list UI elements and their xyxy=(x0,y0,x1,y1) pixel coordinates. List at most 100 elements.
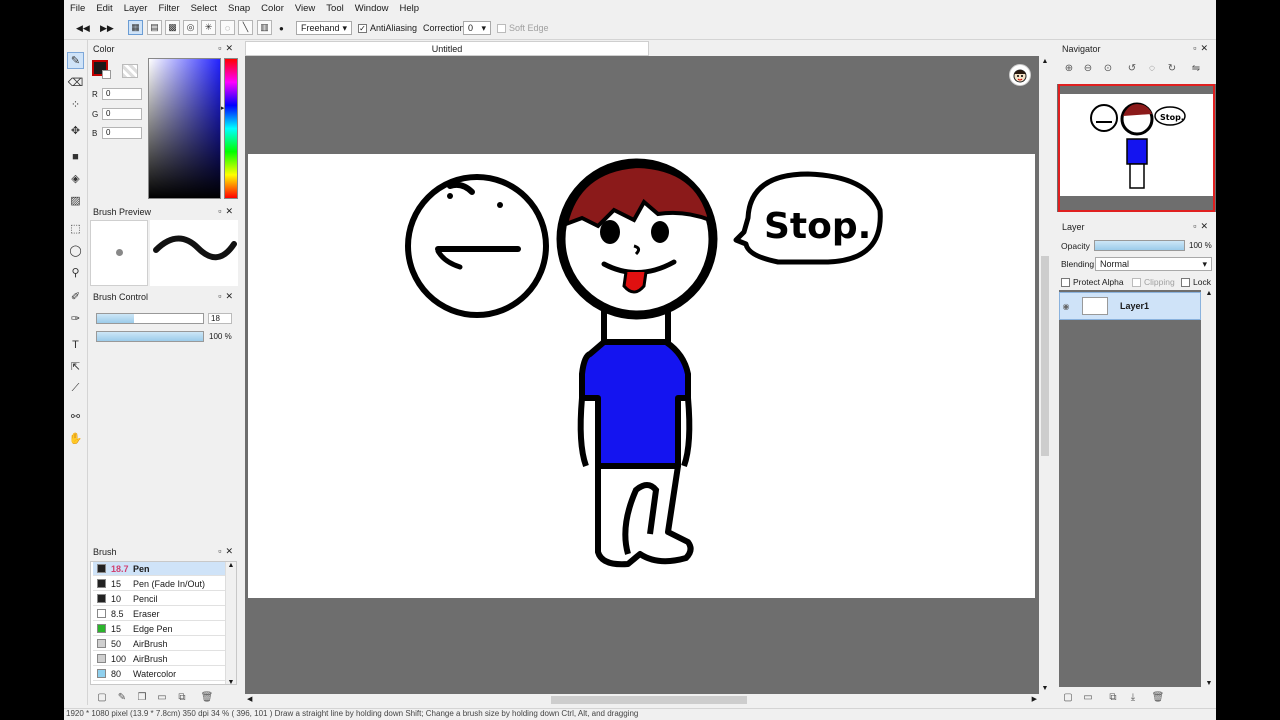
next-arrow-icon[interactable]: ▶▶ xyxy=(100,20,114,36)
menu-view[interactable]: View xyxy=(295,3,315,14)
zoom-fit-icon[interactable]: ⊙ xyxy=(1102,62,1114,74)
layer-list-scrollbar[interactable]: ▲ ▼ xyxy=(1203,290,1215,687)
clipping-checkbox[interactable] xyxy=(1132,277,1141,287)
scroll-up-icon[interactable]: ▲ xyxy=(1203,290,1215,297)
snap-radial-icon[interactable]: ✳ xyxy=(201,20,216,35)
brush-item[interactable]: 15 Edge Pen xyxy=(93,622,227,636)
copy-layer-icon[interactable]: ⧉ xyxy=(1107,691,1119,703)
duplicate-brush-icon[interactable]: ❐ xyxy=(136,691,148,703)
new-layer-icon[interactable]: ▢ xyxy=(1062,691,1074,703)
divide-tool-icon[interactable]: ⟋ xyxy=(67,380,84,397)
brush-opacity-slider[interactable] xyxy=(96,331,204,342)
panel-buttons[interactable]: ▫✕ xyxy=(1193,221,1212,232)
canvas-area[interactable]: Stop. xyxy=(245,56,1039,694)
layer-opacity-slider[interactable] xyxy=(1094,240,1185,251)
bucket-tool-icon[interactable]: ◈ xyxy=(67,170,84,187)
scroll-right-icon[interactable]: ▶ xyxy=(1032,695,1037,703)
brush-item[interactable]: 15 Pen (Fade In/Out) xyxy=(93,577,227,591)
blending-select[interactable]: Normal ▾ xyxy=(1095,257,1212,271)
protect-alpha-checkbox[interactable] xyxy=(1061,277,1070,287)
snap-concentric-icon[interactable]: ◎ xyxy=(183,20,198,35)
eye-icon[interactable]: ◉ xyxy=(1060,302,1072,311)
rotate-left-icon[interactable]: ↺ xyxy=(1126,62,1138,74)
pen-tool-icon[interactable]: ✎ xyxy=(67,52,84,69)
gradient-tool-icon[interactable]: ▨ xyxy=(67,192,84,209)
menu-edit[interactable]: Edit xyxy=(96,3,112,14)
menu-filter[interactable]: Filter xyxy=(158,3,179,14)
flip-horizontal-icon[interactable]: ⇋ xyxy=(1190,62,1202,74)
brush-item[interactable]: 8.5 Eraser xyxy=(93,607,227,621)
brush-item[interactable]: 18.7 Pen xyxy=(93,562,227,576)
hue-slider[interactable] xyxy=(224,58,238,199)
menu-color[interactable]: Color xyxy=(261,3,284,14)
delete-layer-icon[interactable]: 🗑 xyxy=(1152,691,1165,703)
menu-tool[interactable]: Tool xyxy=(326,3,343,14)
panel-buttons[interactable]: ▫✕ xyxy=(218,291,237,302)
drawing-canvas[interactable]: Stop. xyxy=(248,154,1035,598)
brush-item[interactable]: 80 Watercolor xyxy=(93,667,227,681)
scroll-down-icon[interactable]: ▼ xyxy=(1039,685,1051,692)
transparent-color-swatch[interactable] xyxy=(122,64,138,78)
navigator-preview[interactable]: Stop. xyxy=(1057,84,1216,212)
prev-arrow-icon[interactable]: ◀◀ xyxy=(76,20,90,36)
horizontal-scroll-thumb[interactable] xyxy=(551,696,747,704)
menu-layer[interactable]: Layer xyxy=(124,3,148,14)
antialiasing-toggle[interactable]: ✓ AntiAliasing xyxy=(358,20,417,36)
scroll-down-icon[interactable]: ▼ xyxy=(1203,680,1215,687)
soft-edge-toggle[interactable]: Soft Edge xyxy=(497,20,549,36)
snap-curve-icon[interactable]: ◌ xyxy=(220,20,235,35)
lock-toggle[interactable]: Lock xyxy=(1181,277,1211,287)
menu-window[interactable]: Window xyxy=(355,3,389,14)
zoom-in-icon[interactable]: ⊕ xyxy=(1063,62,1075,74)
vertical-scroll-thumb[interactable] xyxy=(1041,256,1049,456)
background-color-swatch[interactable] xyxy=(102,70,111,79)
brush-list-scrollbar[interactable]: ▲ ▼ xyxy=(225,562,236,684)
g-field[interactable]: 0 xyxy=(102,108,142,120)
copy-brush-icon[interactable]: ⧉ xyxy=(176,691,188,703)
menu-help[interactable]: Help xyxy=(400,3,420,14)
panel-buttons[interactable]: ▫✕ xyxy=(1193,43,1212,54)
snap-line-icon[interactable]: ╲ xyxy=(238,20,253,35)
edit-brush-icon[interactable]: ✎ xyxy=(116,691,128,703)
eraser-tool-icon[interactable]: ⌫ xyxy=(67,74,84,91)
operation-tool-icon[interactable]: ⇱ xyxy=(67,358,84,375)
soft-edge-checkbox[interactable] xyxy=(497,23,506,33)
snap-parallel-icon[interactable]: ▤ xyxy=(147,20,162,35)
scroll-up-icon[interactable]: ▲ xyxy=(226,562,236,569)
scroll-up-icon[interactable]: ▲ xyxy=(1039,58,1051,65)
lasso-tool-icon[interactable]: ◯ xyxy=(67,242,84,259)
magic-wand-tool-icon[interactable]: ⚲ xyxy=(67,264,84,281)
menu-snap[interactable]: Snap xyxy=(228,3,250,14)
panel-buttons[interactable]: ▫✕ xyxy=(218,546,237,557)
select-rect-tool-icon[interactable]: ⬚ xyxy=(67,220,84,237)
hand-tool-icon[interactable]: ✋ xyxy=(67,430,84,447)
snap-grid-icon[interactable]: ▩ xyxy=(165,20,180,35)
document-tab[interactable]: Untitled xyxy=(245,41,649,56)
new-folder-icon[interactable]: ▭ xyxy=(1082,691,1094,703)
brush-item[interactable]: 100 AirBrush xyxy=(93,652,227,666)
snap-off-icon[interactable]: ▦ xyxy=(128,20,143,35)
delete-brush-icon[interactable]: 🗑 xyxy=(201,691,214,703)
brush-size-slider[interactable] xyxy=(96,313,204,324)
eyedropper-tool-icon[interactable]: ⚯ xyxy=(67,408,84,425)
rotate-right-icon[interactable]: ↻ xyxy=(1166,62,1178,74)
antialiasing-checkbox[interactable]: ✓ xyxy=(358,23,367,33)
color-saturation-field[interactable] xyxy=(148,58,221,199)
r-field[interactable]: 0 xyxy=(102,88,142,100)
lock-checkbox[interactable] xyxy=(1181,277,1190,287)
layer-row[interactable]: ◉ Layer1 xyxy=(1059,292,1201,320)
snap-setting-icon[interactable]: ▥ xyxy=(257,20,272,35)
dot-pen-tool-icon[interactable]: ⁘ xyxy=(67,96,84,113)
panel-buttons[interactable]: ▫✕ xyxy=(218,206,237,217)
brush-item[interactable]: 50 AirBrush xyxy=(93,637,227,651)
move-tool-icon[interactable]: ✥ xyxy=(67,122,84,139)
brush-mode-select[interactable]: Freehand ▾ xyxy=(296,20,352,36)
select-pen-tool-icon[interactable]: ✐ xyxy=(67,288,84,305)
rotate-reset-icon[interactable]: ◌ xyxy=(1146,62,1158,74)
select-eraser-tool-icon[interactable]: ✑ xyxy=(67,310,84,327)
menu-select[interactable]: Select xyxy=(191,3,217,14)
b-field[interactable]: 0 xyxy=(102,127,142,139)
folder-brush-icon[interactable]: ▭ xyxy=(156,691,168,703)
clipping-toggle[interactable]: Clipping xyxy=(1132,277,1175,287)
menu-file[interactable]: File xyxy=(70,3,85,14)
